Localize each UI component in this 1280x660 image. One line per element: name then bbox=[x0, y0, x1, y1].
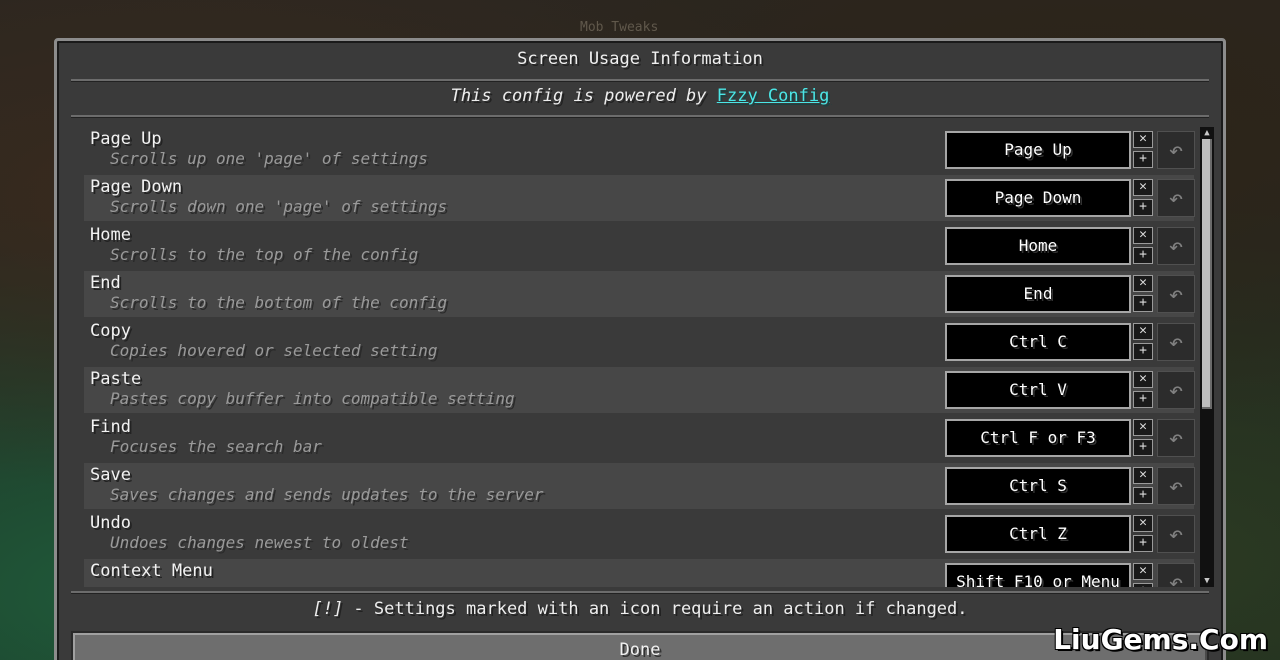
undo-arrow-icon[interactable]: ↶ bbox=[1157, 323, 1195, 361]
setting-name: Context Menu bbox=[90, 561, 213, 581]
powered-by-line: This config is powered by Fzzy Config bbox=[57, 86, 1223, 110]
setting-description: Copies hovered or selected setting bbox=[110, 341, 438, 360]
setting-name: Page Up bbox=[90, 129, 162, 149]
powered-by-prefix: This config is powered by bbox=[450, 86, 717, 106]
close-icon[interactable]: ✕ bbox=[1133, 419, 1153, 436]
scrollbar-thumb[interactable] bbox=[1202, 139, 1212, 409]
action-note-text: - Settings marked with an icon require a… bbox=[343, 599, 968, 619]
setting-row[interactable]: Undo Undoes changes newest to oldest Ctrl … bbox=[84, 511, 1195, 557]
scroll-up-arrow-icon[interactable]: ▲ bbox=[1200, 127, 1214, 139]
setting-description: Scrolls to the bottom of the config bbox=[110, 293, 448, 312]
setting-description: Focuses the search bar bbox=[110, 437, 322, 456]
close-icon[interactable]: ✕ bbox=[1133, 323, 1153, 340]
keybind-button[interactable]: Page Up bbox=[945, 131, 1131, 169]
header-divider bbox=[71, 115, 1209, 117]
close-icon[interactable]: ✕ bbox=[1133, 515, 1153, 532]
action-marker: [!] bbox=[312, 599, 344, 619]
setting-row[interactable]: End Scrolls to the bottom of the config En… bbox=[84, 271, 1195, 317]
done-button[interactable]: Done bbox=[71, 631, 1209, 660]
setting-name: Save bbox=[90, 465, 131, 485]
fzzy-config-link[interactable]: Fzzy Config bbox=[717, 86, 830, 106]
keybind-button[interactable]: Ctrl F or F3 bbox=[945, 419, 1131, 457]
setting-description: Saves changes and sends updates to the s… bbox=[110, 485, 544, 504]
undo-arrow-icon[interactable]: ↶ bbox=[1157, 419, 1195, 457]
plus-icon[interactable]: + bbox=[1133, 247, 1153, 264]
undo-arrow-icon[interactable]: ↶ bbox=[1157, 371, 1195, 409]
background-label: Mob Tweaks bbox=[580, 20, 659, 35]
setting-row[interactable]: Paste Pastes copy buffer into compatible … bbox=[84, 367, 1195, 413]
plus-icon[interactable]: + bbox=[1133, 391, 1153, 408]
undo-arrow-icon[interactable]: ↶ bbox=[1157, 467, 1195, 505]
setting-description: Scrolls to the top of the config bbox=[110, 245, 419, 264]
setting-description: Scrolls down one 'page' of settings bbox=[110, 197, 448, 216]
action-required-note: [!] - Settings marked with an icon requi… bbox=[57, 599, 1223, 623]
close-icon[interactable]: ✕ bbox=[1133, 467, 1153, 484]
setting-name: Page Down bbox=[90, 177, 183, 197]
close-icon[interactable]: ✕ bbox=[1133, 275, 1153, 292]
settings-list[interactable]: Page Up Scrolls up one 'page' of settings… bbox=[84, 127, 1196, 587]
setting-name: Find bbox=[90, 417, 131, 437]
keybind-button[interactable]: End bbox=[945, 275, 1131, 313]
undo-arrow-icon[interactable]: ↶ bbox=[1157, 515, 1195, 553]
keybind-button[interactable]: Shift F10 or Menu bbox=[945, 563, 1131, 587]
setting-description: Undoes changes newest to oldest bbox=[110, 533, 409, 552]
undo-arrow-icon[interactable]: ↶ bbox=[1157, 563, 1195, 587]
plus-icon[interactable]: + bbox=[1133, 487, 1153, 504]
setting-name: End bbox=[90, 273, 121, 293]
close-icon[interactable]: ✕ bbox=[1133, 179, 1153, 196]
config-window: Screen Usage Information This config is … bbox=[54, 38, 1226, 660]
keybind-button[interactable]: Page Down bbox=[945, 179, 1131, 217]
close-icon[interactable]: ✕ bbox=[1133, 563, 1153, 580]
plus-icon[interactable]: + bbox=[1133, 199, 1153, 216]
setting-row[interactable]: Page Down Scrolls down one 'page' of sett… bbox=[84, 175, 1195, 221]
setting-row[interactable]: Save Saves changes and sends updates to t… bbox=[84, 463, 1195, 509]
undo-arrow-icon[interactable]: ↶ bbox=[1157, 179, 1195, 217]
close-icon[interactable]: ✕ bbox=[1133, 371, 1153, 388]
keybind-button[interactable]: Ctrl Z bbox=[945, 515, 1131, 553]
setting-name: Undo bbox=[90, 513, 131, 533]
setting-row[interactable]: Copy Copies hovered or selected setting Ct… bbox=[84, 319, 1195, 365]
setting-description: Scrolls up one 'page' of settings bbox=[110, 149, 428, 168]
plus-icon[interactable]: + bbox=[1133, 535, 1153, 552]
setting-row[interactable]: Context Menu Shift F10 or Menu✕ + ↶ bbox=[84, 559, 1195, 587]
setting-row[interactable]: Find Focuses the search bar Ctrl F or F3 ✕ +… bbox=[84, 415, 1195, 461]
screen-title: Screen Usage Information bbox=[517, 49, 763, 69]
plus-icon[interactable]: + bbox=[1133, 343, 1153, 360]
undo-arrow-icon[interactable]: ↶ bbox=[1157, 131, 1195, 169]
undo-arrow-icon[interactable]: ↶ bbox=[1157, 227, 1195, 265]
plus-icon[interactable]: + bbox=[1133, 439, 1153, 456]
plus-icon[interactable]: + bbox=[1133, 151, 1153, 168]
scrollbar[interactable]: ▲ ▼ bbox=[1200, 127, 1214, 587]
undo-arrow-icon[interactable]: ↶ bbox=[1157, 275, 1195, 313]
close-icon[interactable]: ✕ bbox=[1133, 227, 1153, 244]
keybind-button[interactable]: Ctrl S bbox=[945, 467, 1131, 505]
footer-divider bbox=[71, 591, 1209, 593]
setting-row[interactable]: Home Scrolls to the top of the config Home… bbox=[84, 223, 1195, 269]
keybind-button[interactable]: Ctrl C bbox=[945, 323, 1131, 361]
keybind-button[interactable]: Ctrl V bbox=[945, 371, 1131, 409]
setting-name: Paste bbox=[90, 369, 142, 389]
setting-description: Pastes copy buffer into compatible setti… bbox=[110, 389, 515, 408]
keybind-button[interactable]: Home bbox=[945, 227, 1131, 265]
plus-icon[interactable]: + bbox=[1133, 583, 1153, 587]
watermark: LiuGems.Com bbox=[1053, 623, 1268, 656]
close-icon[interactable]: ✕ bbox=[1133, 131, 1153, 148]
plus-icon[interactable]: + bbox=[1133, 295, 1153, 312]
setting-row[interactable]: Page Up Scrolls up one 'page' of settings… bbox=[84, 127, 1195, 173]
scroll-down-arrow-icon[interactable]: ▼ bbox=[1200, 575, 1214, 587]
setting-name: Copy bbox=[90, 321, 131, 341]
setting-name: Home bbox=[90, 225, 131, 245]
title-divider bbox=[71, 79, 1209, 81]
